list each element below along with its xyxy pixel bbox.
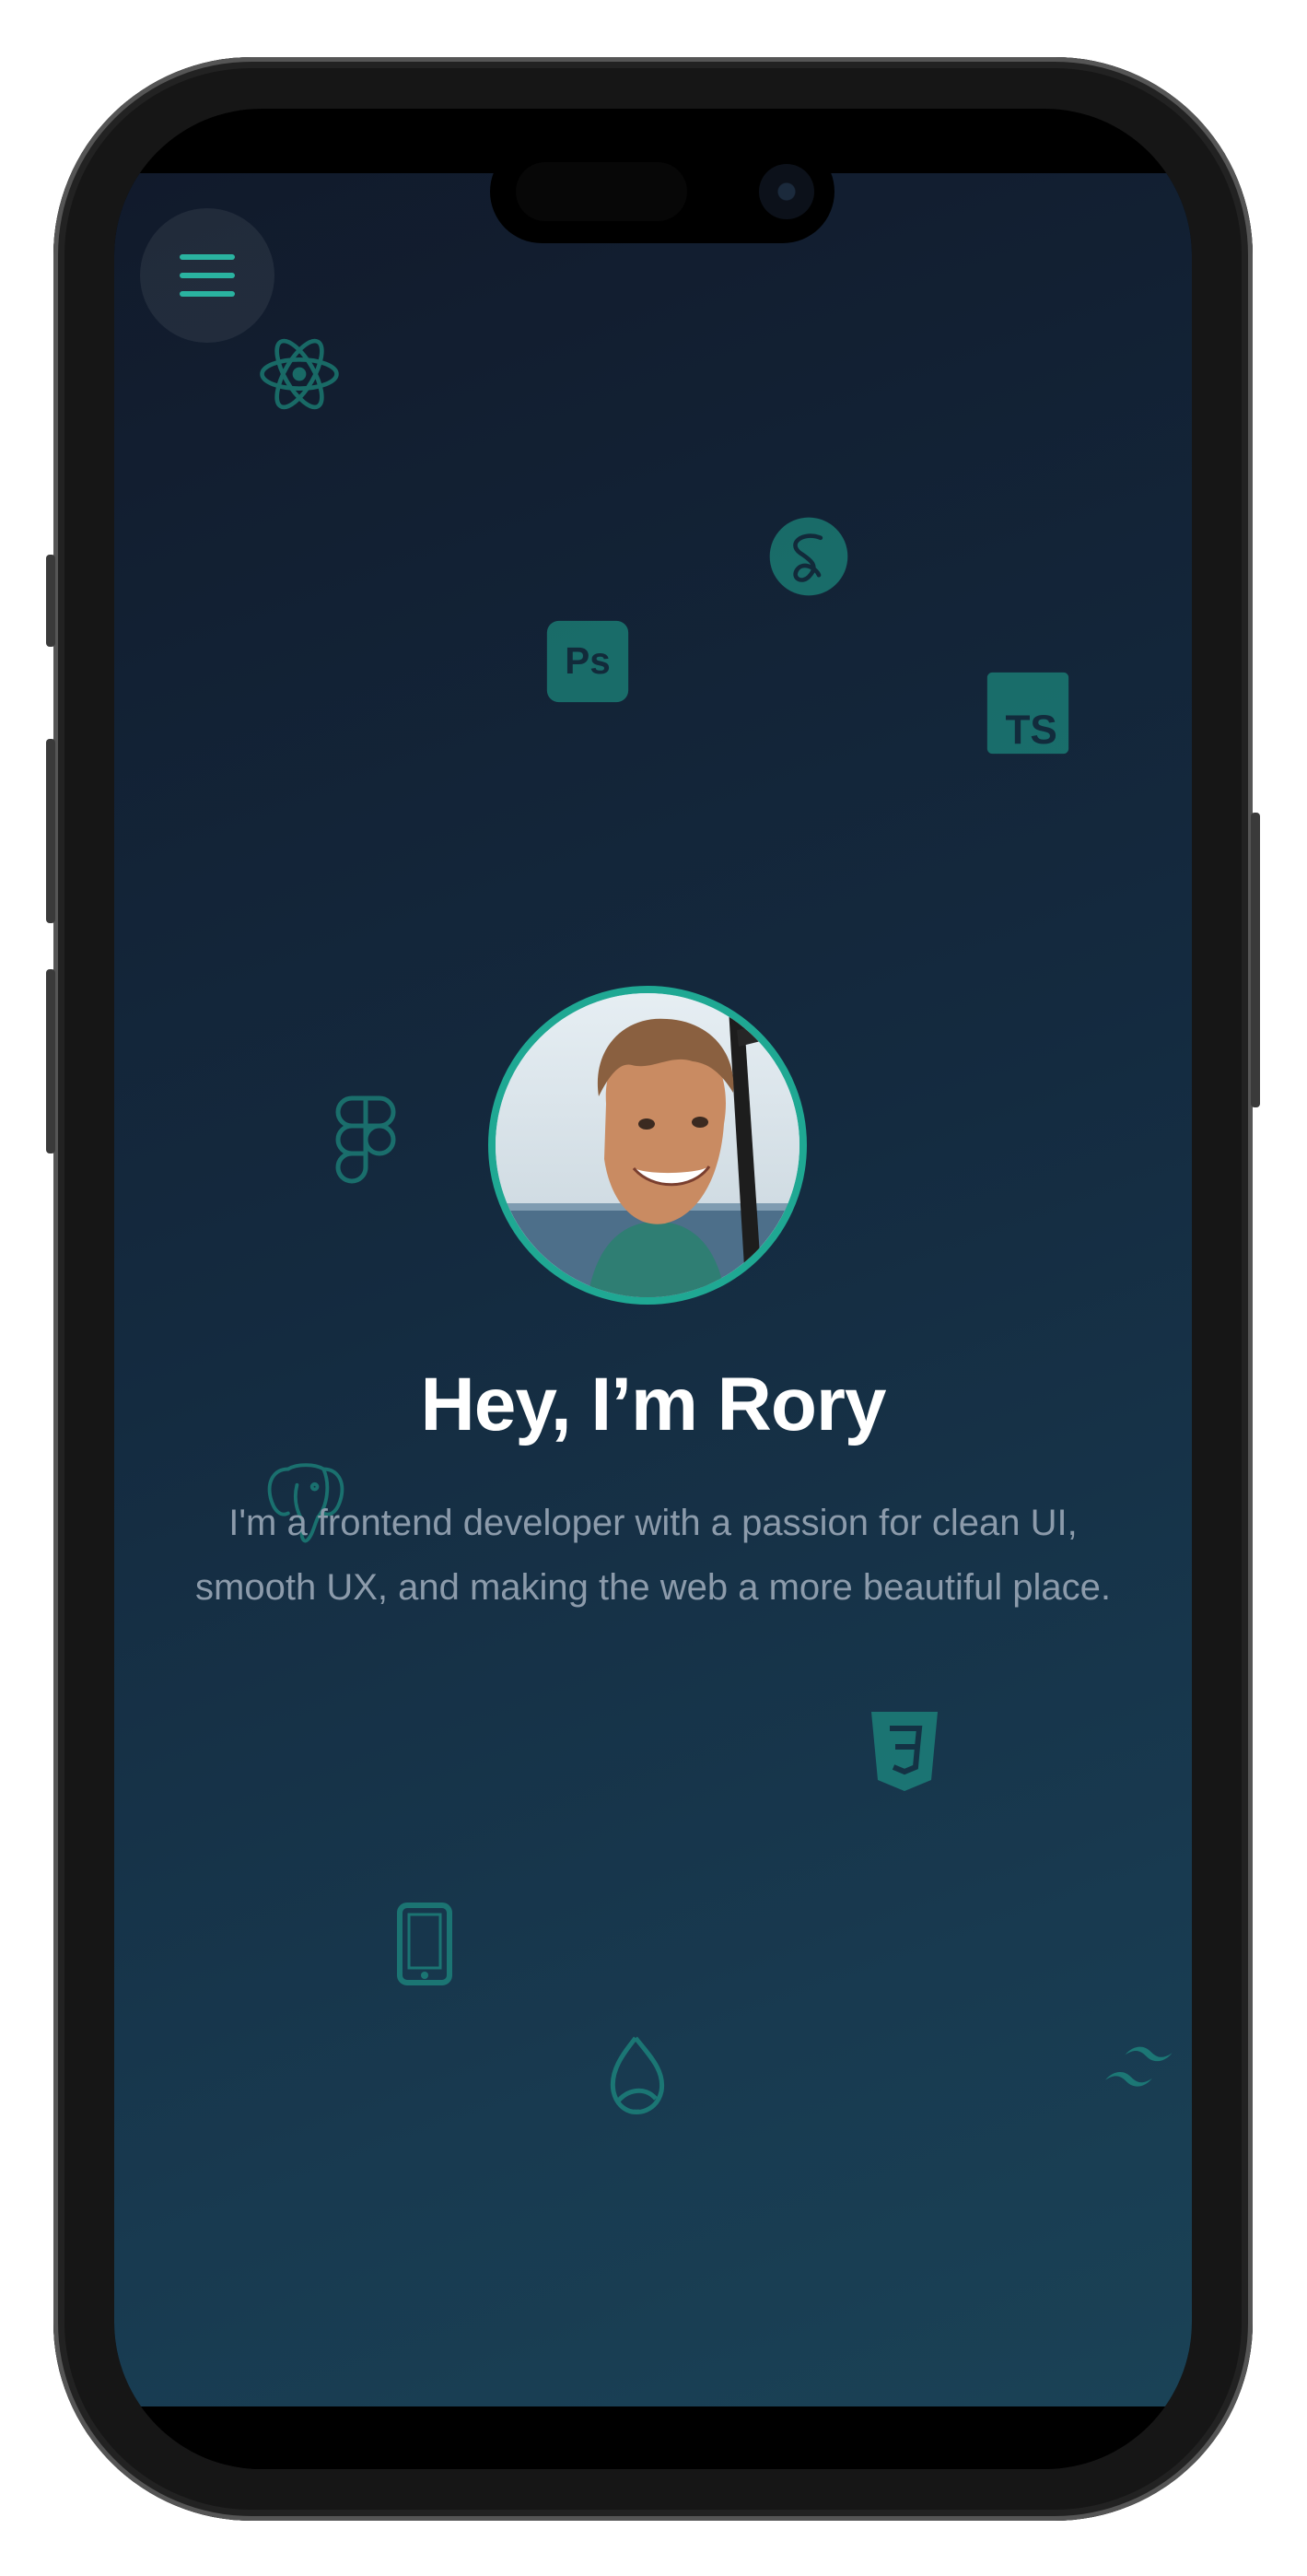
action-button [46,555,55,647]
profile-avatar [488,986,807,1305]
front-camera [759,164,814,219]
tailwind-icon [1104,2046,1173,2087]
volume-up-button [46,739,55,923]
sass-icon [769,517,848,596]
volume-down-button [46,969,55,1153]
face-id-sensor [516,162,687,221]
hamburger-menu-icon-line [180,291,235,297]
hamburger-menu-icon-line [180,273,235,278]
figma-icon [335,1095,396,1184]
menu-button[interactable] [140,208,274,343]
photoshop-icon: Ps [546,620,629,703]
react-icon [260,338,339,410]
hero-title: Hey, I’m Rory [420,1363,887,1446]
css3-icon [871,1712,938,1791]
hamburger-menu-icon [180,254,235,260]
profile-photo [496,993,799,1297]
phone-frame: Ps TS Hey, I’m Rory I'm a frontend devel… [46,57,1260,2521]
dynamic-island [490,140,834,243]
mobile-phone-icon [397,1903,452,1985]
power-button [1251,813,1260,1107]
screen: Ps TS Hey, I’m Rory I'm a frontend devel… [114,173,1192,2406]
spring-leaf-icon [610,2036,665,2114]
bottom-safe-area [114,2406,1192,2469]
phone-bezel: Ps TS Hey, I’m Rory I'm a frontend devel… [114,109,1192,2469]
typescript-icon-label: TS [1005,708,1056,753]
typescript-icon: TS [986,672,1069,755]
hero-subtitle: I'm a frontend developer with a passion … [195,1503,1111,1608]
photoshop-icon-label: Ps [565,639,611,682]
